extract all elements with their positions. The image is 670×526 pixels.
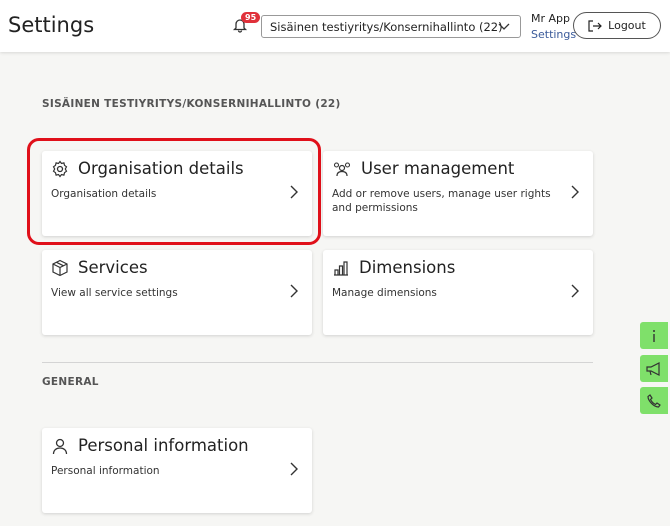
card-title: User management <box>361 159 515 178</box>
logout-icon <box>588 19 603 32</box>
chevron-down-icon <box>498 23 510 30</box>
card-description: Personal information <box>51 465 160 477</box>
highlight-outline <box>27 138 321 245</box>
user-menu: Mr App Settings <box>531 12 576 41</box>
info-icon <box>653 329 655 342</box>
announcements-button[interactable] <box>640 355 668 382</box>
megaphone-icon <box>646 361 660 376</box>
organisation-select-value: Sisäinen testiyritys/Konsernihallinto (2… <box>270 20 503 34</box>
general-section-label: GENERAL <box>42 376 99 388</box>
card-description: Add or remove users, manage user rights … <box>332 188 551 214</box>
organisation-section-label: SISÄINEN TESTIYRITYS/KONSERNIHALLINTO (2… <box>42 98 341 110</box>
settings-link[interactable]: Settings <box>531 28 576 41</box>
chevron-right-icon <box>571 185 579 199</box>
page-title: Settings <box>8 13 95 37</box>
bar-chart-icon <box>334 260 348 276</box>
info-button[interactable] <box>640 322 668 349</box>
user-name: Mr App <box>531 12 570 25</box>
card-personal-information[interactable]: Personal information Personal informatio… <box>42 428 312 513</box>
card-user-management[interactable]: User management Add or remove users, man… <box>323 151 593 236</box>
logout-label: Logout <box>608 19 646 32</box>
card-title: Personal information <box>78 436 249 455</box>
box-icon <box>52 259 68 276</box>
chevron-right-icon <box>571 284 579 298</box>
notification-badge: 95 <box>241 12 261 23</box>
chevron-right-icon <box>290 284 298 298</box>
card-dimensions[interactable]: Dimensions Manage dimensions <box>323 250 593 335</box>
person-icon <box>52 438 68 454</box>
card-services[interactable]: Services View all service settings <box>42 250 312 335</box>
phone-icon <box>647 393 661 408</box>
card-title: Services <box>78 258 148 277</box>
organisation-select[interactable]: Sisäinen testiyritys/Konsernihallinto (2… <box>261 15 521 38</box>
card-description: Manage dimensions <box>332 287 437 299</box>
contact-button[interactable] <box>640 387 668 414</box>
card-description: View all service settings <box>51 287 178 299</box>
users-icon <box>333 161 351 176</box>
logout-button[interactable]: Logout <box>573 12 661 39</box>
section-divider <box>42 362 593 363</box>
chevron-right-icon <box>290 462 298 476</box>
header: Settings 95 Sisäinen testiyritys/Konsern… <box>0 0 670 52</box>
card-title: Dimensions <box>359 258 456 277</box>
